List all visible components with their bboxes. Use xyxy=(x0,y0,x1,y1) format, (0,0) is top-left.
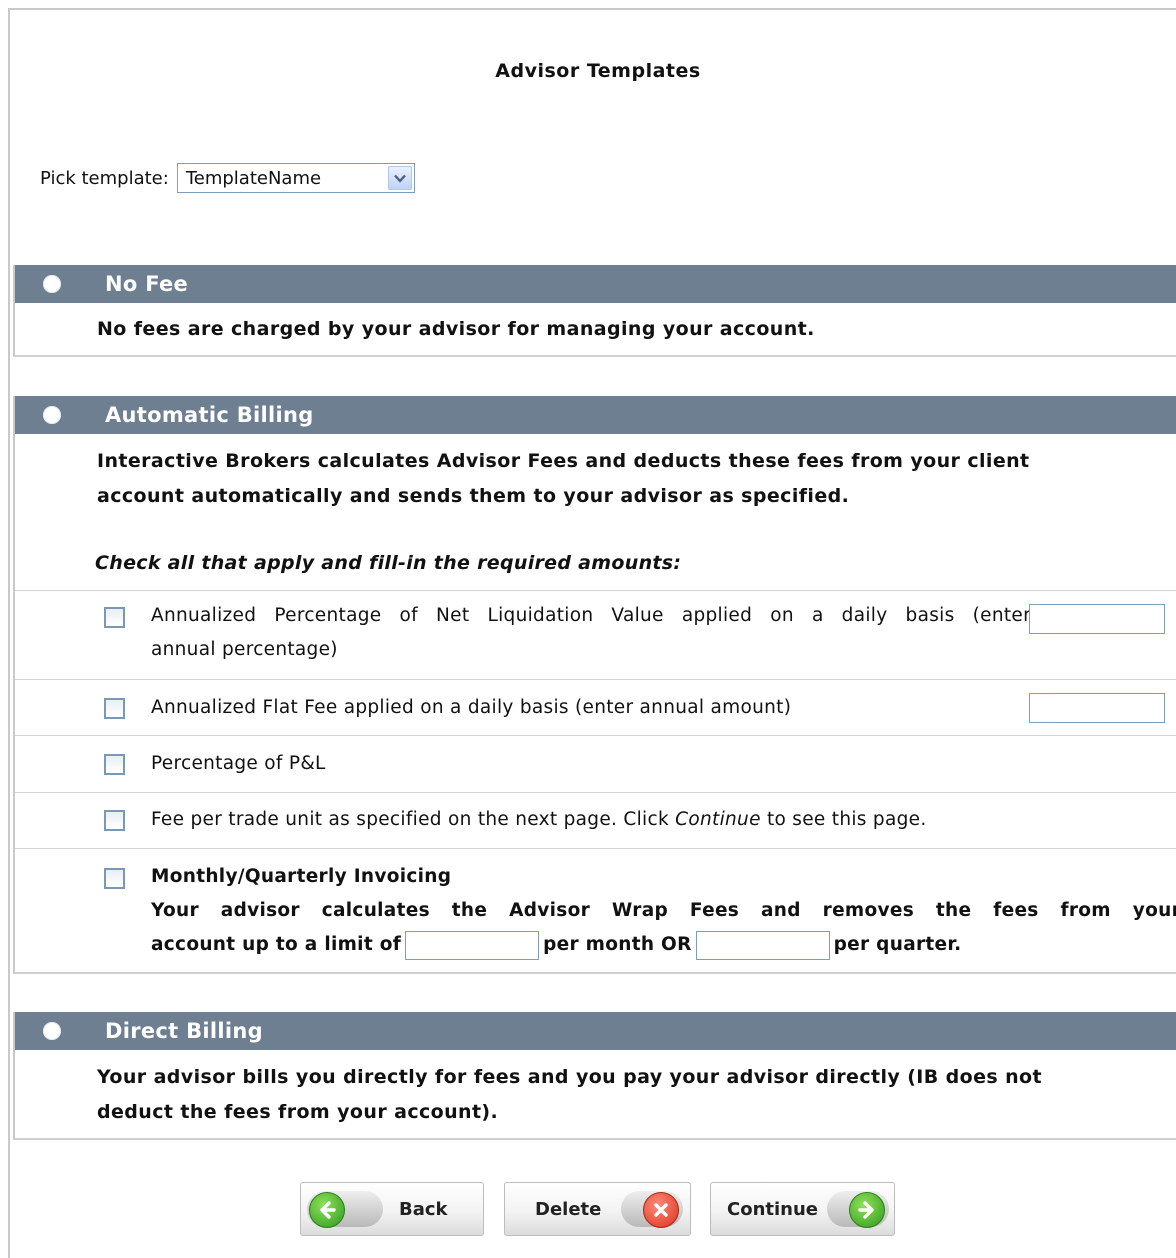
back-arrow-icon xyxy=(309,1192,345,1228)
nlv-label-line1: Annualized Percentage of Net Liquidation… xyxy=(151,605,1031,626)
invoicing-mid: per month OR xyxy=(543,934,692,955)
nlv-label-line2: annual percentage) xyxy=(151,639,338,660)
no-fee-title: No Fee xyxy=(105,272,189,296)
no-fee-radio[interactable] xyxy=(43,275,61,293)
option-per-trade-row: Fee per trade unit as specified on the n… xyxy=(15,792,1176,848)
continue-label: Continue xyxy=(727,1199,819,1220)
flat-fee-checkbox[interactable] xyxy=(104,698,125,719)
monthly-limit-input[interactable] xyxy=(405,930,540,960)
direct-billing-description: Your advisor bills you directly for fees… xyxy=(15,1050,1176,1130)
per-trade-continue-text: Continue xyxy=(675,809,761,830)
delete-x-icon xyxy=(643,1192,679,1228)
check-all-instruction: Check all that apply and fill-in the req… xyxy=(95,552,682,574)
no-fee-header: No Fee xyxy=(15,265,1176,303)
page-title: Advisor Templates xyxy=(495,60,701,82)
delete-label: Delete xyxy=(535,1199,602,1220)
automatic-billing-description: Interactive Brokers calculates Advisor F… xyxy=(15,434,1176,514)
invoicing-suffix: per quarter. xyxy=(833,934,962,955)
direct-billing-radio[interactable] xyxy=(43,1022,61,1040)
template-picker: Pick template: TemplateName xyxy=(40,163,415,193)
back-button[interactable]: Back xyxy=(300,1182,484,1236)
nlv-checkbox[interactable] xyxy=(104,607,125,628)
pnl-checkbox[interactable] xyxy=(104,754,125,775)
invoicing-prefix: account up to a limit of xyxy=(151,934,402,955)
per-trade-label: Fee per trade unit as specified on the n… xyxy=(151,803,927,837)
direct-billing-header: Direct Billing xyxy=(15,1012,1176,1050)
option-pnl-row: Percentage of P&L xyxy=(15,735,1176,791)
option-nlv-row: Annualized Percentage of Net Liquidation… xyxy=(15,590,1176,678)
flat-fee-label: Annualized Flat Fee applied on a daily b… xyxy=(151,697,792,718)
delete-button[interactable]: Delete xyxy=(504,1182,691,1236)
direct-billing-desc-line2: deduct the fees from your account). xyxy=(97,1101,499,1123)
per-trade-text-after: to see this page. xyxy=(760,809,927,830)
back-label: Back xyxy=(399,1199,448,1220)
invoicing-label: Monthly/Quarterly Invoicing Your advisor… xyxy=(151,860,1176,962)
nlv-percentage-input[interactable] xyxy=(1029,604,1165,634)
invoicing-title: Monthly/Quarterly Invoicing xyxy=(151,866,452,887)
template-select[interactable]: TemplateName xyxy=(176,163,415,193)
nlv-label: Annualized Percentage of Net Liquidation… xyxy=(151,599,1031,667)
automatic-billing-desc-line2: account automatically and sends them to … xyxy=(97,485,850,507)
invoicing-checkbox[interactable] xyxy=(104,868,125,889)
template-select-value: TemplateName xyxy=(185,167,322,189)
direct-billing-title: Direct Billing xyxy=(105,1019,264,1043)
direct-billing-section: Direct Billing Your advisor bills you di… xyxy=(13,1012,1176,1140)
automatic-billing-radio[interactable] xyxy=(43,406,61,424)
option-invoicing-row: Monthly/Quarterly Invoicing Your advisor… xyxy=(15,848,1176,972)
automatic-billing-section: Automatic Billing Interactive Brokers ca… xyxy=(13,396,1176,974)
quarterly-limit-input[interactable] xyxy=(695,930,830,960)
direct-billing-desc-line1: Your advisor bills you directly for fees… xyxy=(97,1066,1042,1088)
no-fee-description: No fees are charged by your advisor for … xyxy=(97,318,815,340)
pnl-label: Percentage of P&L xyxy=(151,753,326,774)
flat-fee-input[interactable] xyxy=(1029,693,1165,723)
automatic-billing-title: Automatic Billing xyxy=(105,403,314,427)
per-trade-text-before: Fee per trade unit as specified on the n… xyxy=(151,809,676,830)
invoicing-line2: account up to a limit of per month OR per … xyxy=(151,928,1176,962)
continue-button[interactable]: Continue xyxy=(710,1182,895,1236)
invoicing-line1: Your advisor calculates the Advisor Wrap… xyxy=(151,900,1176,921)
automatic-billing-header: Automatic Billing xyxy=(15,396,1176,434)
continue-arrow-icon xyxy=(849,1192,885,1228)
option-flat-fee-row: Annualized Flat Fee applied on a daily b… xyxy=(15,679,1176,735)
no-fee-section: No Fee No fees are charged by your advis… xyxy=(13,265,1176,357)
chevron-down-icon[interactable] xyxy=(387,166,412,190)
per-trade-checkbox[interactable] xyxy=(104,810,125,831)
pick-template-label: Pick template: xyxy=(40,167,169,189)
automatic-billing-desc-line1: Interactive Brokers calculates Advisor F… xyxy=(97,450,1030,472)
